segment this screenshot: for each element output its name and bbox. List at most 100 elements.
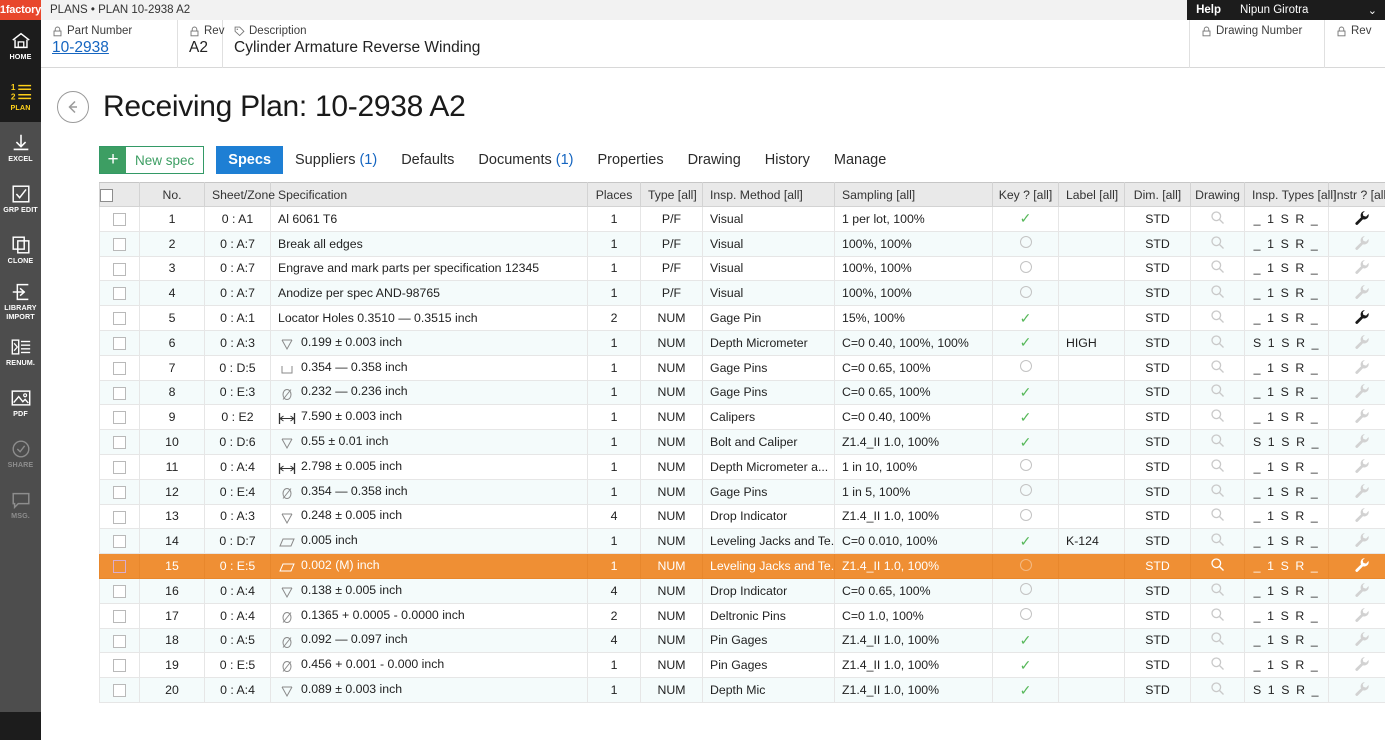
instrument-button[interactable]: [1354, 334, 1369, 352]
instrument-button[interactable]: [1354, 532, 1369, 550]
instrument-button[interactable]: [1354, 235, 1369, 253]
drawing-search-button[interactable]: [1210, 383, 1225, 401]
instrument-button[interactable]: [1354, 359, 1369, 377]
cell-drawing[interactable]: [1190, 478, 1245, 505]
cell-drawing[interactable]: [1190, 577, 1245, 604]
row-select-cell[interactable]: [99, 478, 140, 505]
column-header-key[interactable]: Key ? [all]: [992, 182, 1059, 207]
drawing-search-button[interactable]: [1210, 532, 1225, 550]
row-checkbox[interactable]: [113, 411, 126, 425]
table-row[interactable]: 70 : D:5 0.354 — 0.358 inch 1 NUM Gage Pins C…: [99, 354, 1385, 381]
drawing-search-button[interactable]: [1210, 483, 1225, 501]
cell-instr[interactable]: [1328, 453, 1385, 480]
cell-drawing[interactable]: [1190, 553, 1245, 579]
tab-manage[interactable]: Manage: [822, 146, 898, 174]
table-row[interactable]: 90 : E2 7.590 ± 0.003 inch 1 NUM Calipers C=0…: [99, 404, 1385, 431]
instrument-button[interactable]: [1354, 631, 1369, 649]
cell-specification[interactable]: Engrave and mark parts per specification…: [270, 255, 588, 282]
row-select-cell[interactable]: [99, 280, 140, 307]
row-checkbox[interactable]: [113, 262, 126, 276]
table-row[interactable]: 10 0 : D:6 0.55 ± 0.01 inch 1 NUM Bolt and Ca…: [99, 429, 1385, 455]
drawing-search-button[interactable]: [1210, 359, 1225, 377]
drawing-search-button[interactable]: [1210, 681, 1225, 699]
cell-key[interactable]: [992, 354, 1059, 381]
cell-drawing[interactable]: [1190, 230, 1245, 257]
table-row[interactable]: 30 : A:7 Engrave and mark parts per speci…: [99, 255, 1385, 282]
table-row[interactable]: 18 0 : A:5 0.092 — 0.097 inch 4 NUM Pin Gages…: [99, 627, 1385, 654]
cell-instr[interactable]: [1328, 677, 1385, 703]
column-header-insp-method[interactable]: Insp. Method [all]: [702, 182, 835, 207]
row-select-cell[interactable]: [99, 553, 140, 579]
instrument-button[interactable]: [1354, 507, 1369, 525]
column-header-instr[interactable]: Instr ? [all]: [1328, 182, 1385, 207]
sidebar-item-excel[interactable]: EXCEL: [0, 122, 41, 173]
row-checkbox[interactable]: [113, 287, 126, 301]
instrument-button[interactable]: [1354, 284, 1369, 302]
tab-drawing[interactable]: Drawing: [676, 146, 753, 174]
drawing-search-button[interactable]: [1210, 631, 1225, 649]
drawing-search-button[interactable]: [1210, 210, 1225, 228]
tab-suppliers[interactable]: Suppliers (1): [283, 146, 389, 174]
row-checkbox[interactable]: [113, 436, 126, 450]
row-checkbox[interactable]: [113, 386, 126, 400]
row-select-cell[interactable]: [99, 577, 140, 604]
drawing-search-button[interactable]: [1210, 557, 1225, 575]
cell-key[interactable]: [992, 602, 1059, 629]
sidebar-item-home[interactable]: HOME: [0, 20, 41, 71]
sidebar-item-share[interactable]: SHARE: [0, 428, 41, 479]
drawing-search-button[interactable]: [1210, 309, 1225, 327]
description-field[interactable]: Description Cylinder Armature Reverse Wi…: [223, 20, 1190, 68]
cell-specification[interactable]: 2.798 ± 0.005 inch: [270, 453, 588, 480]
table-row[interactable]: 11 0 : A:4 2.798 ± 0.005 inch 1 NUM Depth Mic…: [99, 453, 1385, 480]
cell-drawing[interactable]: [1190, 677, 1245, 703]
instrument-button[interactable]: [1354, 557, 1369, 575]
drawing-search-button[interactable]: [1210, 656, 1225, 674]
row-checkbox[interactable]: [113, 659, 126, 673]
drawing-search-button[interactable]: [1210, 433, 1225, 451]
cell-instr[interactable]: [1328, 553, 1385, 579]
cell-key[interactable]: ✓: [992, 329, 1059, 356]
cell-instr[interactable]: [1328, 329, 1385, 356]
drawing-search-button[interactable]: [1210, 259, 1225, 277]
cell-key[interactable]: [992, 230, 1059, 257]
drawing-search-button[interactable]: [1210, 284, 1225, 302]
cell-key[interactable]: [992, 255, 1059, 282]
drawing-search-button[interactable]: [1210, 458, 1225, 476]
cell-specification[interactable]: 7.590 ± 0.003 inch: [270, 404, 588, 431]
part-number-field[interactable]: Part Number 10-2938: [41, 20, 178, 68]
row-checkbox[interactable]: [113, 609, 126, 623]
app-logo[interactable]: 1factory: [0, 0, 41, 20]
cell-instr[interactable]: [1328, 230, 1385, 257]
cell-key[interactable]: [992, 553, 1059, 579]
row-checkbox[interactable]: [113, 510, 126, 524]
cell-drawing[interactable]: [1190, 429, 1245, 455]
row-select-cell[interactable]: [99, 354, 140, 381]
cell-drawing[interactable]: [1190, 453, 1245, 480]
cell-key[interactable]: [992, 577, 1059, 604]
column-header-type[interactable]: Type [all]: [640, 182, 703, 207]
row-checkbox[interactable]: [113, 460, 126, 474]
row-select-cell[interactable]: [99, 677, 140, 703]
table-row[interactable]: 15 0 : E:5 0.002 (M) inch 1 NUM Leveling Jack…: [99, 553, 1385, 579]
cell-instr[interactable]: [1328, 429, 1385, 455]
sidebar-item-renumber[interactable]: RENUM.: [0, 326, 41, 377]
cell-specification[interactable]: 0.092 — 0.097 inch: [270, 627, 588, 654]
cell-specification[interactable]: 0.232 — 0.236 inch: [270, 379, 588, 406]
tab-defaults[interactable]: Defaults: [389, 146, 466, 174]
instrument-button[interactable]: [1354, 607, 1369, 625]
cell-key[interactable]: [992, 478, 1059, 505]
breadcrumb[interactable]: PLANS • PLAN 10-2938 A2: [41, 0, 1187, 20]
cell-key[interactable]: ✓: [992, 305, 1059, 331]
cell-specification[interactable]: 0.456 + 0.001 - 0.000 inch: [270, 652, 588, 679]
row-checkbox[interactable]: [113, 584, 126, 598]
cell-instr[interactable]: [1328, 652, 1385, 679]
cell-specification[interactable]: Al 6061 T6: [270, 206, 588, 232]
row-select-cell[interactable]: [99, 404, 140, 431]
table-row[interactable]: 19 0 : E:5 0.456 + 0.001 - 0.000 inch 1 NUM P…: [99, 652, 1385, 679]
help-button[interactable]: Help: [1187, 0, 1230, 20]
cell-key[interactable]: ✓: [992, 627, 1059, 654]
table-row[interactable]: 14 0 : D:7 0.005 inch 1 NUM Leveling Jacks an…: [99, 528, 1385, 555]
instrument-button[interactable]: [1354, 309, 1369, 327]
table-row[interactable]: 20 0 : A:4 0.089 ± 0.003 inch 1 NUM Depth Mic…: [99, 677, 1385, 703]
column-header-sampling[interactable]: Sampling [all]: [834, 182, 993, 207]
